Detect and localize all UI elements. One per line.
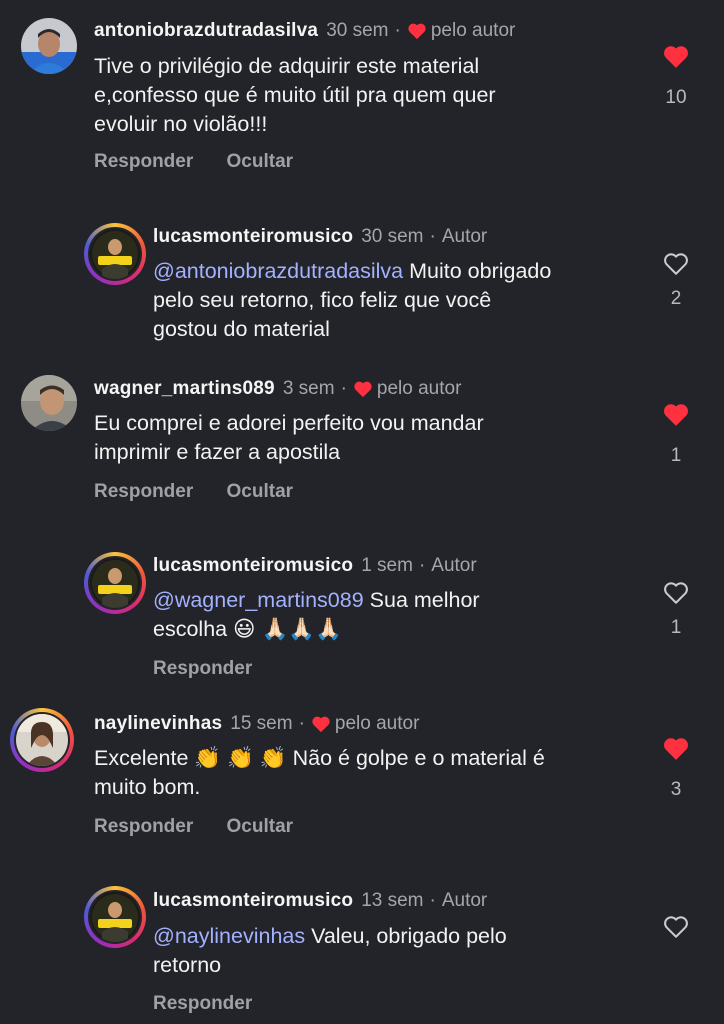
heart-filled-icon — [408, 23, 426, 40]
comment-actions: Responder — [153, 658, 280, 680]
heart-filled-icon[interactable] — [662, 402, 690, 427]
comment-line: pelo seu retorno, fico feliz que você — [153, 288, 492, 312]
hide-button[interactable]: Ocultar — [227, 816, 294, 837]
avatar[interactable] — [10, 708, 74, 772]
timestamp: 30 sem — [326, 20, 389, 41]
username[interactable]: wagner_martins089 — [94, 378, 275, 400]
comment-meta: lucasmonteiromusico 13 sem · Autor — [153, 890, 487, 912]
comment-actions: Responder Ocultar — [94, 816, 321, 838]
like-control[interactable] — [652, 914, 700, 939]
reply-button[interactable]: Responder — [94, 151, 193, 172]
comment-meta: naylinevinhas 15 sem · pelo autor — [94, 713, 419, 735]
comment-meta: wagner_martins089 3 sem · pelo autor — [94, 378, 461, 400]
comment-line: @antoniobrazdutradasilva Muito obrigado — [153, 257, 653, 286]
like-control[interactable]: 3 — [652, 736, 700, 801]
comment-line: retorno — [153, 953, 222, 977]
like-count: 2 — [670, 288, 682, 309]
comment-line: Eu comprei e adorei perfeito vou mandar — [94, 411, 484, 435]
reply-button[interactable]: Responder — [153, 993, 252, 1014]
like-control[interactable]: 1 — [652, 402, 700, 467]
hide-button[interactable]: Ocultar — [227, 151, 294, 172]
author-badge: Autor — [441, 226, 488, 247]
comment-line: @wagner_martins089 Sua melhor — [153, 586, 653, 615]
timestamp: 13 sem — [361, 890, 424, 911]
reply-button[interactable]: Responder — [94, 816, 193, 837]
mention-link[interactable]: @antoniobrazdutradasilva — [153, 259, 403, 283]
avatar-image — [90, 892, 140, 942]
comment-meta: lucasmonteiromusico 1 sem · Autor — [153, 555, 477, 577]
like-count: 3 — [670, 779, 682, 800]
separator: · — [394, 20, 401, 41]
comment-actions: Responder Ocultar — [94, 151, 321, 173]
avatar[interactable] — [84, 552, 146, 614]
liked-by-author-badge: pelo autor — [376, 378, 462, 399]
avatar-image — [16, 714, 68, 766]
timestamp: 1 sem — [361, 555, 413, 576]
heart-filled-icon[interactable] — [662, 44, 690, 69]
avatar[interactable] — [84, 223, 146, 285]
timestamp: 30 sem — [361, 226, 424, 247]
heart-outline-icon[interactable] — [662, 914, 690, 939]
heart-filled-icon — [312, 716, 330, 733]
username[interactable]: naylinevinhas — [94, 713, 222, 735]
comment-actions: Responder — [153, 993, 280, 1015]
comment-text: Excelente 👏 👏 👏 Não é golpe e o material… — [94, 744, 634, 802]
comment-line: @naylinevinhas Valeu, obrigado pelo — [153, 922, 653, 951]
comment-text: Tive o privilégio de adquirir este mater… — [94, 52, 614, 139]
comment-line-text: Muito obrigado — [409, 259, 552, 283]
heart-outline-icon[interactable] — [662, 251, 690, 276]
avatar[interactable] — [21, 375, 77, 431]
comment-text: Eu comprei e adorei perfeito vou mandar … — [94, 409, 614, 467]
reply-button[interactable]: Responder — [153, 658, 252, 679]
comment-actions: Responder Ocultar — [94, 481, 321, 503]
author-badge: Autor — [441, 890, 488, 911]
username[interactable]: lucasmonteiromusico — [153, 555, 353, 577]
separator: · — [429, 890, 436, 911]
like-count: 1 — [670, 445, 682, 466]
timestamp: 3 sem — [282, 378, 335, 399]
username[interactable]: lucasmonteiromusico — [153, 890, 353, 912]
separator: · — [298, 713, 305, 734]
timestamp: 15 sem — [230, 713, 293, 734]
comment-text: @antoniobrazdutradasilva Muito obrigado … — [153, 257, 653, 344]
author-badge: Autor — [431, 555, 477, 576]
comment-line-text: Sua melhor — [369, 588, 480, 612]
liked-by-author-badge: pelo autor — [334, 713, 420, 734]
like-count: 1 — [670, 617, 682, 638]
heart-filled-icon[interactable] — [662, 736, 690, 761]
comment-line: Tive o privilégio de adquirir este mater… — [94, 54, 480, 78]
comment-line: e,confesso que é muito útil pra quem que… — [94, 83, 496, 107]
separator: · — [340, 378, 347, 399]
username[interactable]: antoniobrazdutradasilva — [94, 20, 318, 42]
comment-line: gostou do material — [153, 317, 330, 341]
comment-line: Excelente 👏 👏 👏 Não é golpe e o material… — [94, 746, 545, 770]
like-count: 10 — [665, 87, 687, 108]
heart-filled-icon — [354, 381, 372, 398]
username[interactable]: lucasmonteiromusico — [153, 226, 353, 248]
comment-text: @wagner_martins089 Sua melhor escolha 😃 … — [153, 586, 653, 644]
separator: · — [429, 226, 436, 247]
comment-line: muito bom. — [94, 775, 201, 799]
avatar-image — [90, 229, 140, 279]
comment-meta: antoniobrazdutradasilva 30 sem · pelo au… — [94, 20, 515, 42]
mention-link[interactable]: @wagner_martins089 — [153, 588, 364, 612]
comment-meta: lucasmonteiromusico 30 sem · Autor — [153, 226, 487, 248]
hide-button[interactable]: Ocultar — [227, 481, 294, 502]
avatar[interactable] — [84, 886, 146, 948]
like-control[interactable]: 2 — [652, 251, 700, 310]
comment-line: imprimir e fazer a apostila — [94, 440, 341, 464]
like-control[interactable]: 1 — [652, 580, 700, 639]
comment-line-text: Valeu, obrigado pelo — [311, 924, 507, 948]
heart-outline-icon[interactable] — [662, 580, 690, 605]
reply-button[interactable]: Responder — [94, 481, 193, 502]
avatar[interactable] — [21, 18, 77, 74]
comment-text: @naylinevinhas Valeu, obrigado pelo reto… — [153, 922, 653, 980]
separator: · — [418, 555, 426, 576]
avatar-image — [90, 558, 140, 608]
comment-line: escolha 😃 🙏🏻🙏🏻🙏🏻 — [153, 617, 342, 641]
comment-line: evoluir no violão!!! — [94, 112, 268, 136]
mention-link[interactable]: @naylinevinhas — [153, 924, 305, 948]
liked-by-author-badge: pelo autor — [430, 20, 516, 41]
like-control[interactable]: 10 — [652, 44, 700, 109]
